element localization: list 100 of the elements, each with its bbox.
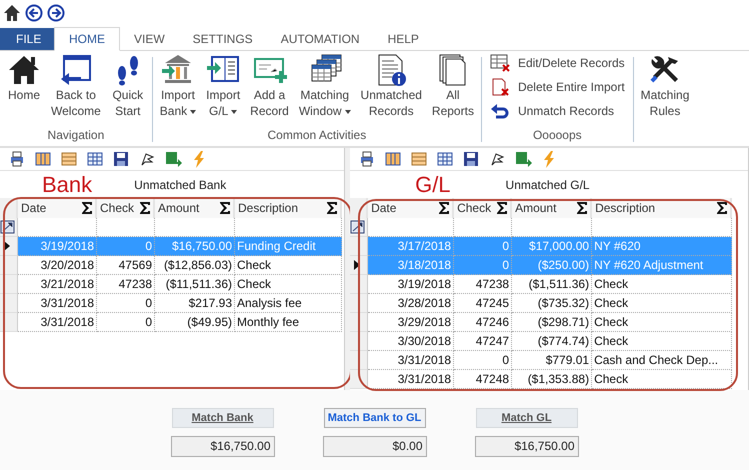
table-cell: Check	[592, 275, 732, 294]
printer-icon[interactable]	[8, 150, 26, 168]
ribbon-button[interactable]: Import G/L	[201, 53, 246, 119]
table-icon[interactable]	[60, 150, 78, 168]
total-field: $0.00	[322, 436, 426, 457]
column-header[interactable]: Date	[18, 198, 97, 218]
table-cell: 3/20/2018	[18, 256, 97, 275]
grid-title: Unmatched G/L	[506, 178, 590, 192]
table-icon[interactable]	[34, 150, 52, 168]
ribbon-button[interactable]: Delete Entire Import	[490, 77, 625, 97]
save-icon[interactable]	[462, 150, 480, 168]
ribbon-tab[interactable]: VIEW	[120, 28, 179, 50]
table-cell: 0	[97, 294, 155, 313]
match-button[interactable]: Match Bank	[172, 408, 274, 428]
table-cell: Cash and Check Dep...	[592, 351, 732, 370]
column-header[interactable]: Amount	[512, 198, 592, 218]
ribbon-button[interactable]: Unmatch Records	[490, 101, 625, 121]
group-label: Ooooops	[532, 128, 582, 142]
house-icon	[7, 53, 41, 87]
table-cell: 3/18/2018	[368, 256, 454, 275]
grid-title: Unmatched Bank	[134, 178, 226, 192]
ribbon-button[interactable]: Add a Record	[245, 53, 294, 119]
match-button[interactable]: Match GL	[476, 408, 578, 428]
ribbon-button[interactable]: Quick Start	[106, 53, 150, 119]
ribbon-button[interactable]: Unmatched Records	[356, 53, 427, 119]
total-field: $16,750.00	[474, 436, 578, 457]
undo-icon	[490, 102, 510, 120]
table-cell: Check	[235, 256, 342, 275]
table-cell: 3/19/2018	[368, 275, 454, 294]
document-delete-icon	[490, 78, 510, 96]
table-cell: Analysis fee	[235, 294, 342, 313]
ribbon-tab[interactable]: AUTOMATION	[266, 28, 374, 50]
table-icon[interactable]	[384, 150, 402, 168]
ribbon-button[interactable]: Home	[2, 53, 46, 103]
table-cell: 3/19/2018	[18, 237, 97, 256]
table-cell: ($1,511.36)	[512, 275, 592, 294]
current-row-icon	[354, 260, 360, 270]
filter-cell[interactable]	[155, 218, 235, 237]
column-header[interactable]: Description	[235, 198, 342, 218]
ribbon-button[interactable]: Matching Rules	[636, 53, 694, 119]
forward-icon[interactable]	[47, 4, 65, 22]
table-cell: 0	[454, 237, 512, 256]
column-header[interactable]: Check	[454, 198, 512, 218]
filter-cell[interactable]	[97, 218, 155, 237]
ribbon-button[interactable]: Back to Welcome	[46, 53, 106, 119]
filter-cell[interactable]	[592, 218, 732, 237]
file-tab[interactable]: FILE	[0, 28, 54, 50]
filter-cell[interactable]	[368, 218, 454, 237]
ribbon-button[interactable]: Edit/Delete Records	[490, 53, 625, 73]
ribbon-tab[interactable]: HELP	[374, 28, 433, 50]
table-cell: 3/31/2018	[368, 351, 454, 370]
caret-icon	[190, 110, 196, 114]
filter-cell[interactable]	[235, 218, 342, 237]
back-icon[interactable]	[25, 4, 43, 22]
table-icon[interactable]	[436, 150, 454, 168]
table-cell: Monthly fee	[235, 313, 342, 332]
ribbon-button[interactable]: All Reports	[426, 53, 479, 119]
home-icon[interactable]	[3, 4, 21, 22]
column-header[interactable]: Check	[97, 198, 155, 218]
table-cell: 3/29/2018	[368, 313, 454, 332]
column-header[interactable]: Date	[368, 198, 454, 218]
filter-cell[interactable]	[512, 218, 592, 237]
table-cell: NY #620 Adjustment	[592, 256, 732, 275]
table-cell: 47569	[97, 256, 155, 275]
sum-icon	[327, 202, 337, 214]
sum-icon	[497, 202, 508, 214]
table-icon[interactable]	[410, 150, 428, 168]
filter-cell[interactable]	[454, 218, 512, 237]
ribbon-button[interactable]: Matching Window	[294, 53, 356, 119]
table-icon[interactable]	[86, 150, 104, 168]
sum-icon	[439, 202, 450, 214]
table-cell: Check	[592, 313, 732, 332]
ribbon-tab[interactable]: SETTINGS	[178, 28, 267, 50]
ribbon-button[interactable]: Import Bank	[154, 53, 202, 119]
sum-icon	[717, 202, 728, 214]
caret-icon	[344, 110, 351, 114]
table-cell: Check	[592, 294, 732, 313]
column-header[interactable]: Amount	[155, 198, 235, 218]
table-cell: 47238	[454, 275, 512, 294]
table-cell: ($11,511.36)	[155, 275, 235, 294]
save-icon[interactable]	[112, 150, 130, 168]
spreadsheet-export-icon[interactable]	[514, 150, 532, 168]
spreadsheet-export-icon[interactable]	[164, 150, 182, 168]
table-cell: $17,000.00	[512, 237, 592, 256]
sum-icon	[577, 202, 588, 214]
table-cell: 3/30/2018	[368, 332, 454, 351]
table-cell: 3/21/2018	[18, 275, 97, 294]
match-button[interactable]: Match Bank to GL	[324, 408, 426, 428]
caret-icon	[231, 110, 238, 114]
current-row-icon	[4, 241, 10, 251]
column-header[interactable]: Description	[592, 198, 732, 218]
table-cell: $16,750.00	[155, 237, 235, 256]
ribbon-tab[interactable]: HOME	[54, 27, 120, 51]
table-cell: Check	[592, 370, 732, 389]
table-cell: Check	[592, 332, 732, 351]
table-cell: 3/31/2018	[18, 313, 97, 332]
group-label: Common Activities	[268, 128, 366, 142]
sum-icon	[140, 202, 150, 214]
filter-cell[interactable]	[18, 218, 97, 237]
table-cell: 3/31/2018	[18, 294, 97, 313]
